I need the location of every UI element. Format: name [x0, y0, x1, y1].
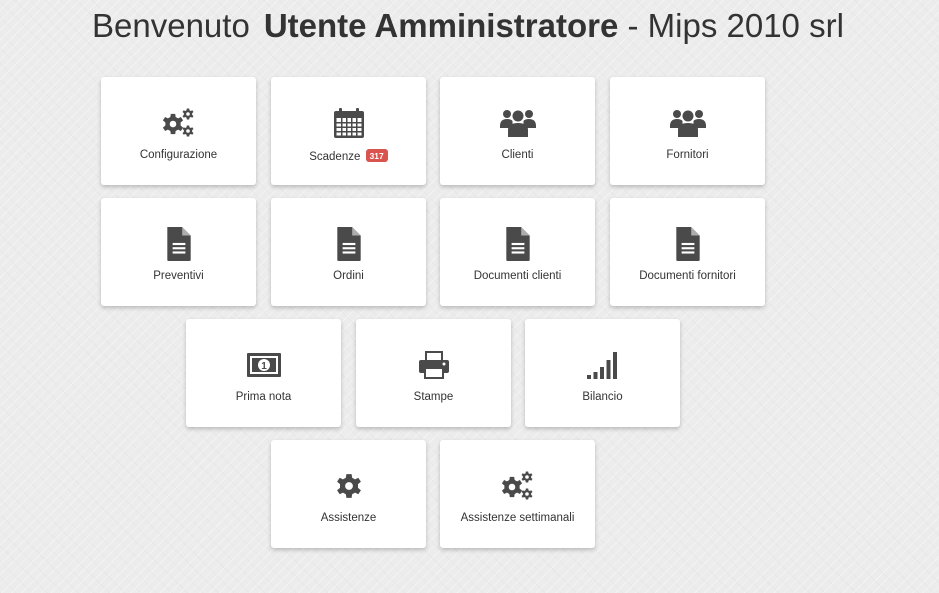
- scadenze-count-badge: 317: [365, 149, 388, 162]
- tile-assistenze[interactable]: Assistenze: [271, 440, 426, 548]
- tile-scadenze[interactable]: Scadenze 317: [271, 77, 426, 185]
- tile-label: Configurazione: [139, 149, 218, 161]
- company-name: - Mips 2010 srl: [627, 7, 844, 44]
- tile-documenti-fornitori[interactable]: Documenti fornitori: [610, 198, 765, 306]
- welcome-greeting: Benvenuto: [92, 7, 250, 44]
- tile-ordini[interactable]: Ordini: [271, 198, 426, 306]
- tile-label: Bilancio: [582, 391, 623, 403]
- tile-label: Ordini: [333, 270, 364, 282]
- tile-label: Documenti fornitori: [639, 270, 736, 282]
- welcome-header: Benvenuto Utente Amministratore - Mips 20…: [92, 4, 844, 48]
- document-icon: [669, 226, 707, 262]
- tile-configurazione[interactable]: Configurazione: [101, 77, 256, 185]
- tile-label: Documenti clienti: [473, 270, 562, 282]
- tile-preventivi[interactable]: Preventivi: [101, 198, 256, 306]
- signal-icon: [584, 347, 622, 383]
- tile-label: Assistenze settimanali: [460, 512, 575, 524]
- tile-documenti-clienti[interactable]: Documenti clienti: [440, 198, 595, 306]
- tile-label: Stampe: [413, 391, 454, 403]
- tile-label: Clienti: [501, 149, 534, 161]
- cogs-icon: [499, 468, 537, 504]
- print-icon: [415, 347, 453, 383]
- tile-label: Scadenze 317: [271, 149, 426, 163]
- gear-icon: [330, 468, 368, 504]
- tile-label: Preventivi: [153, 270, 204, 282]
- svg-text:1: 1: [261, 361, 267, 372]
- document-icon: [330, 226, 368, 262]
- scadenze-label: Scadenze: [309, 151, 361, 163]
- tile-label: Fornitori: [666, 149, 709, 161]
- tile-assistenze-settimanali[interactable]: Assistenze settimanali: [440, 440, 595, 548]
- cogs-icon: [160, 105, 198, 141]
- tile-clienti[interactable]: Clienti: [440, 77, 595, 185]
- tile-stampe[interactable]: Stampe: [356, 319, 511, 427]
- calendar-icon: [330, 105, 368, 141]
- tile-prima-nota[interactable]: 1 Prima nota: [186, 319, 341, 427]
- tile-bilancio[interactable]: Bilancio: [525, 319, 680, 427]
- user-name: Utente Amministratore: [263, 7, 619, 44]
- money-icon: 1: [245, 347, 283, 383]
- tile-fornitori[interactable]: Fornitori: [610, 77, 765, 185]
- tile-label: Prima nota: [235, 391, 292, 403]
- document-icon: [499, 226, 537, 262]
- document-icon: [160, 226, 198, 262]
- users-icon: [669, 105, 707, 141]
- tile-label: Assistenze: [320, 512, 377, 524]
- users-icon: [499, 105, 537, 141]
